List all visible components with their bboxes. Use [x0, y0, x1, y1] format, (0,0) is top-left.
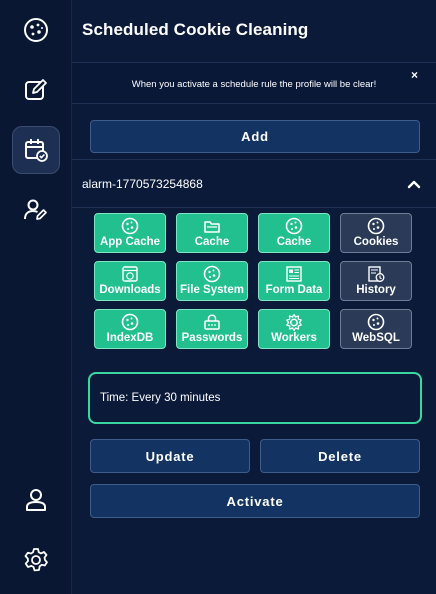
data-type-tile[interactable]: Cache [176, 213, 248, 253]
rule-name: alarm-1770573254868 [82, 177, 203, 191]
data-type-label: History [356, 284, 396, 296]
time-text: Time: Every 30 minutes [100, 392, 221, 404]
data-type-label: Cache [194, 236, 230, 248]
data-type-label: Cookies [353, 236, 399, 248]
user-icon[interactable] [12, 476, 60, 524]
password-icon [204, 314, 220, 330]
data-type-tile[interactable]: File System [176, 261, 248, 301]
cookie-logo-icon[interactable] [12, 6, 60, 54]
data-type-label: Workers [271, 332, 317, 344]
cookie-icon [121, 217, 139, 235]
activate-button[interactable]: Activate [90, 484, 420, 518]
notice-text: When you activate a schedule rule the pr… [131, 79, 377, 90]
calendar-check-icon[interactable] [12, 126, 60, 174]
data-type-label: App Cache [99, 236, 161, 248]
page-title: Scheduled Cookie Cleaning [82, 20, 309, 39]
cookie-icon [367, 217, 385, 235]
time-box[interactable]: Time: Every 30 minutes [88, 372, 422, 424]
data-type-label: IndexDB [106, 332, 154, 344]
data-type-label: WebSQL [352, 332, 400, 344]
close-icon[interactable]: × [411, 68, 418, 82]
cookie-icon [285, 217, 303, 235]
rule-header[interactable]: alarm-1770573254868 [72, 159, 436, 208]
form-icon [286, 266, 302, 282]
update-button[interactable]: Update [90, 439, 250, 473]
data-type-tile[interactable]: Workers [258, 309, 330, 349]
data-type-tile[interactable]: Form Data [258, 261, 330, 301]
data-type-tile[interactable]: App Cache [94, 213, 166, 253]
data-type-tile[interactable]: Cache [258, 213, 330, 253]
data-type-tile[interactable]: History [340, 261, 412, 301]
data-type-label: Passwords [181, 332, 243, 344]
cookie-icon [203, 265, 221, 283]
data-type-tile[interactable]: IndexDB [94, 309, 166, 349]
worker-icon [286, 313, 302, 331]
main-panel: Scheduled Cookie Cleaning When you activ… [72, 0, 436, 594]
data-type-label: File System [180, 284, 244, 296]
data-type-tile[interactable]: Downloads [94, 261, 166, 301]
delete-button[interactable]: Delete [260, 439, 420, 473]
data-type-label: Downloads [99, 284, 161, 296]
data-type-label: Form Data [265, 284, 323, 296]
user-edit-icon[interactable] [12, 186, 60, 234]
settings-icon[interactable] [12, 536, 60, 584]
edit-icon[interactable] [12, 66, 60, 114]
cookie-icon [367, 313, 385, 331]
history-icon [368, 266, 385, 282]
data-type-tile[interactable]: WebSQL [340, 309, 412, 349]
sidebar [0, 0, 72, 594]
folder-cache-icon [204, 221, 220, 233]
notice-banner: When you activate a schedule rule the pr… [72, 62, 436, 104]
cookie-icon [121, 313, 139, 331]
download-icon [122, 266, 138, 282]
chevron-up-icon[interactable] [406, 176, 422, 192]
data-type-tile[interactable]: Cookies [340, 213, 412, 253]
data-type-tile[interactable]: Passwords [176, 309, 248, 349]
data-type-label: Cache [276, 236, 312, 248]
add-button[interactable]: Add [90, 120, 420, 153]
